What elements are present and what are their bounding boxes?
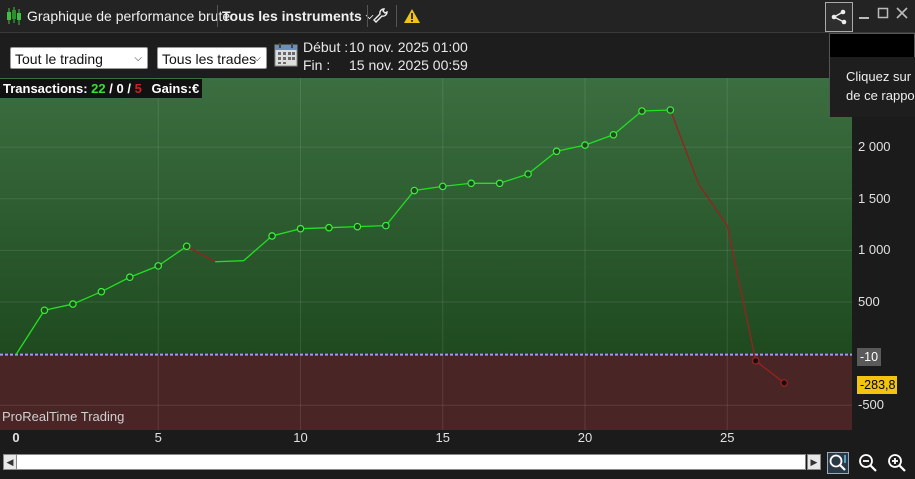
horizontal-scrollbar[interactable] <box>16 454 806 470</box>
data-point <box>495 179 504 188</box>
trading-scope-value: Tout le trading <box>15 51 103 67</box>
performance-chart[interactable] <box>0 78 852 430</box>
trade-filter-value: Tous les trades <box>162 51 257 67</box>
gains-value: € <box>191 81 200 96</box>
last-value-badge: -283,8 <box>857 376 897 394</box>
y-tick-label: -500 <box>858 397 885 413</box>
x-tick-label: 20 <box>577 430 593 445</box>
data-point <box>581 141 589 149</box>
data-point <box>154 262 163 270</box>
data-point <box>268 232 276 240</box>
watermark: ProRealTime Trading <box>2 409 125 424</box>
scroll-right-button[interactable]: ▶ <box>807 454 821 470</box>
data-point <box>382 221 390 230</box>
data-point <box>638 107 646 115</box>
zoom-in-button[interactable] <box>886 452 908 474</box>
x-tick-label: 15 <box>435 430 450 445</box>
data-point <box>609 130 618 139</box>
divider <box>217 5 218 27</box>
chevron-down-icon: ⌵ <box>134 53 142 64</box>
end-label: Fin : <box>303 57 331 73</box>
data-point <box>410 186 419 195</box>
gains-label: Gains: <box>151 81 192 96</box>
data-point <box>97 287 106 296</box>
trade-filter-select[interactable]: Tous les trades ⌵ <box>157 47 267 69</box>
auto-zoom-icon <box>829 454 846 471</box>
x-tick-label: 10 <box>293 430 308 445</box>
share-popup-body <box>830 57 915 117</box>
wrench-icon[interactable] <box>372 0 390 32</box>
y-tick-label: 500 <box>858 294 880 309</box>
chevron-down-icon: ⌵ <box>253 53 261 64</box>
separator: / <box>109 81 113 96</box>
window-title: Graphique de performance brute <box>27 8 231 24</box>
data-point <box>780 379 788 387</box>
share-icon <box>831 9 847 25</box>
warning-icon[interactable] <box>403 0 421 32</box>
zoom-in-icon <box>888 454 906 472</box>
auto-zoom-button[interactable] <box>827 452 849 474</box>
data-point <box>182 242 191 251</box>
data-point <box>467 179 476 188</box>
share-button[interactable] <box>825 2 853 32</box>
data-point <box>438 182 447 191</box>
separator: / <box>127 81 131 96</box>
start-date: 10 nov. 2025 01:00 <box>349 39 468 55</box>
share-popup-line-2: de ce rappo <box>846 88 915 103</box>
data-point <box>751 357 760 365</box>
gain-zone <box>0 78 852 354</box>
data-point <box>353 222 362 231</box>
minimize-icon[interactable] <box>857 6 871 20</box>
divider <box>367 5 368 27</box>
start-label: Début : <box>303 39 349 55</box>
data-point <box>552 147 561 156</box>
transactions-label: Transactions: <box>3 81 88 96</box>
winning-count: 22 <box>91 81 106 96</box>
data-point <box>666 106 675 114</box>
maximize-icon[interactable] <box>876 6 890 20</box>
data-point <box>40 306 49 315</box>
calendar-icon[interactable] <box>274 42 298 73</box>
data-point <box>524 170 532 178</box>
data-point <box>69 300 77 308</box>
x-tick-label: 5 <box>154 430 162 445</box>
data-point <box>296 224 305 233</box>
zoom-out-icon <box>859 454 877 472</box>
zero-line-badge: -10 <box>857 348 881 366</box>
data-point <box>325 223 333 232</box>
loss-zone <box>0 353 852 430</box>
data-point <box>126 273 134 282</box>
y-tick-label: 2 000 <box>858 139 891 155</box>
y-tick-label: 1 000 <box>858 242 891 258</box>
instrument-selector[interactable]: Tous les instruments ⌵ <box>222 0 373 32</box>
chart-svg <box>0 78 852 430</box>
x-tick-label: 0 <box>12 430 20 445</box>
transactions-summary: Transactions: 22 / 0 / 5 Gains:€ <box>0 79 203 98</box>
losing-count: 5 <box>134 81 142 96</box>
divider <box>396 5 397 27</box>
end-date: 15 nov. 2025 00:59 <box>349 57 468 73</box>
y-tick-label: 1 500 <box>858 190 891 206</box>
zoom-out-button[interactable] <box>857 452 879 474</box>
close-icon[interactable] <box>895 6 909 20</box>
trading-scope-select[interactable]: Tout le trading ⌵ <box>10 47 148 69</box>
share-popup-line-1: Cliquez sur <box>846 69 912 84</box>
x-tick-label: 25 <box>720 430 735 445</box>
candlestick-icon <box>6 0 22 32</box>
scroll-left-button[interactable]: ◀ <box>3 454 17 470</box>
neutral-count: 0 <box>116 81 124 96</box>
instrument-selector-label: Tous les instruments <box>222 8 362 24</box>
